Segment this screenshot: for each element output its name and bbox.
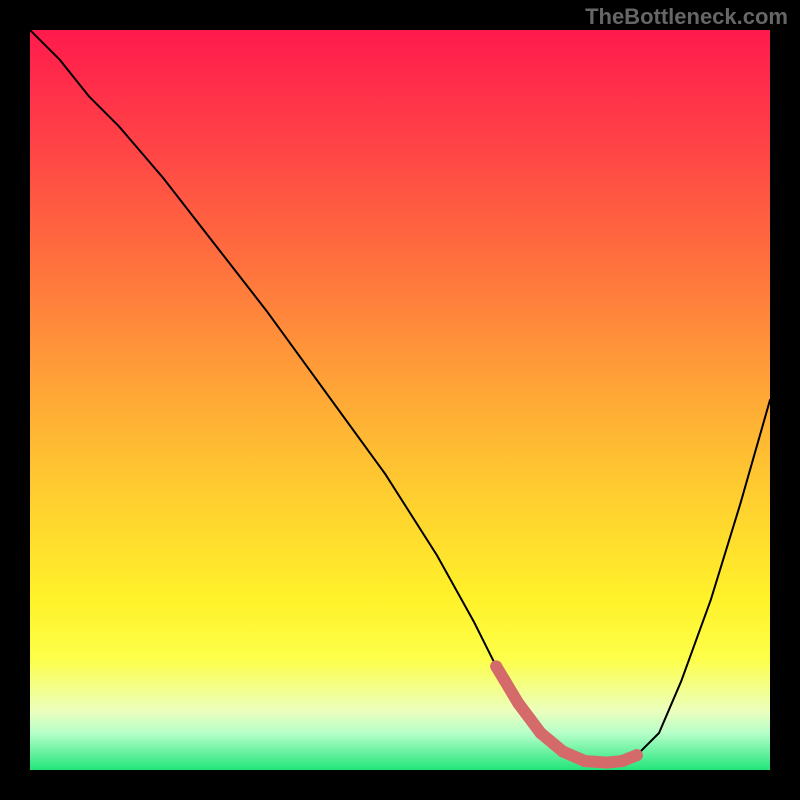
curve-svg xyxy=(30,30,770,770)
marker-dot xyxy=(490,660,502,672)
bottleneck-markers xyxy=(490,660,643,768)
marker-dot xyxy=(631,749,643,761)
marker-dot xyxy=(601,757,613,769)
chart-container: TheBottleneck.com xyxy=(0,0,800,800)
watermark-text: TheBottleneck.com xyxy=(585,4,788,30)
plot-area xyxy=(30,30,770,770)
marker-dot xyxy=(579,755,591,767)
marker-dot xyxy=(557,746,569,758)
marker-dot xyxy=(616,755,628,767)
marker-dot xyxy=(535,727,547,739)
bottleneck-curve xyxy=(30,30,770,763)
marker-dot xyxy=(512,697,524,709)
